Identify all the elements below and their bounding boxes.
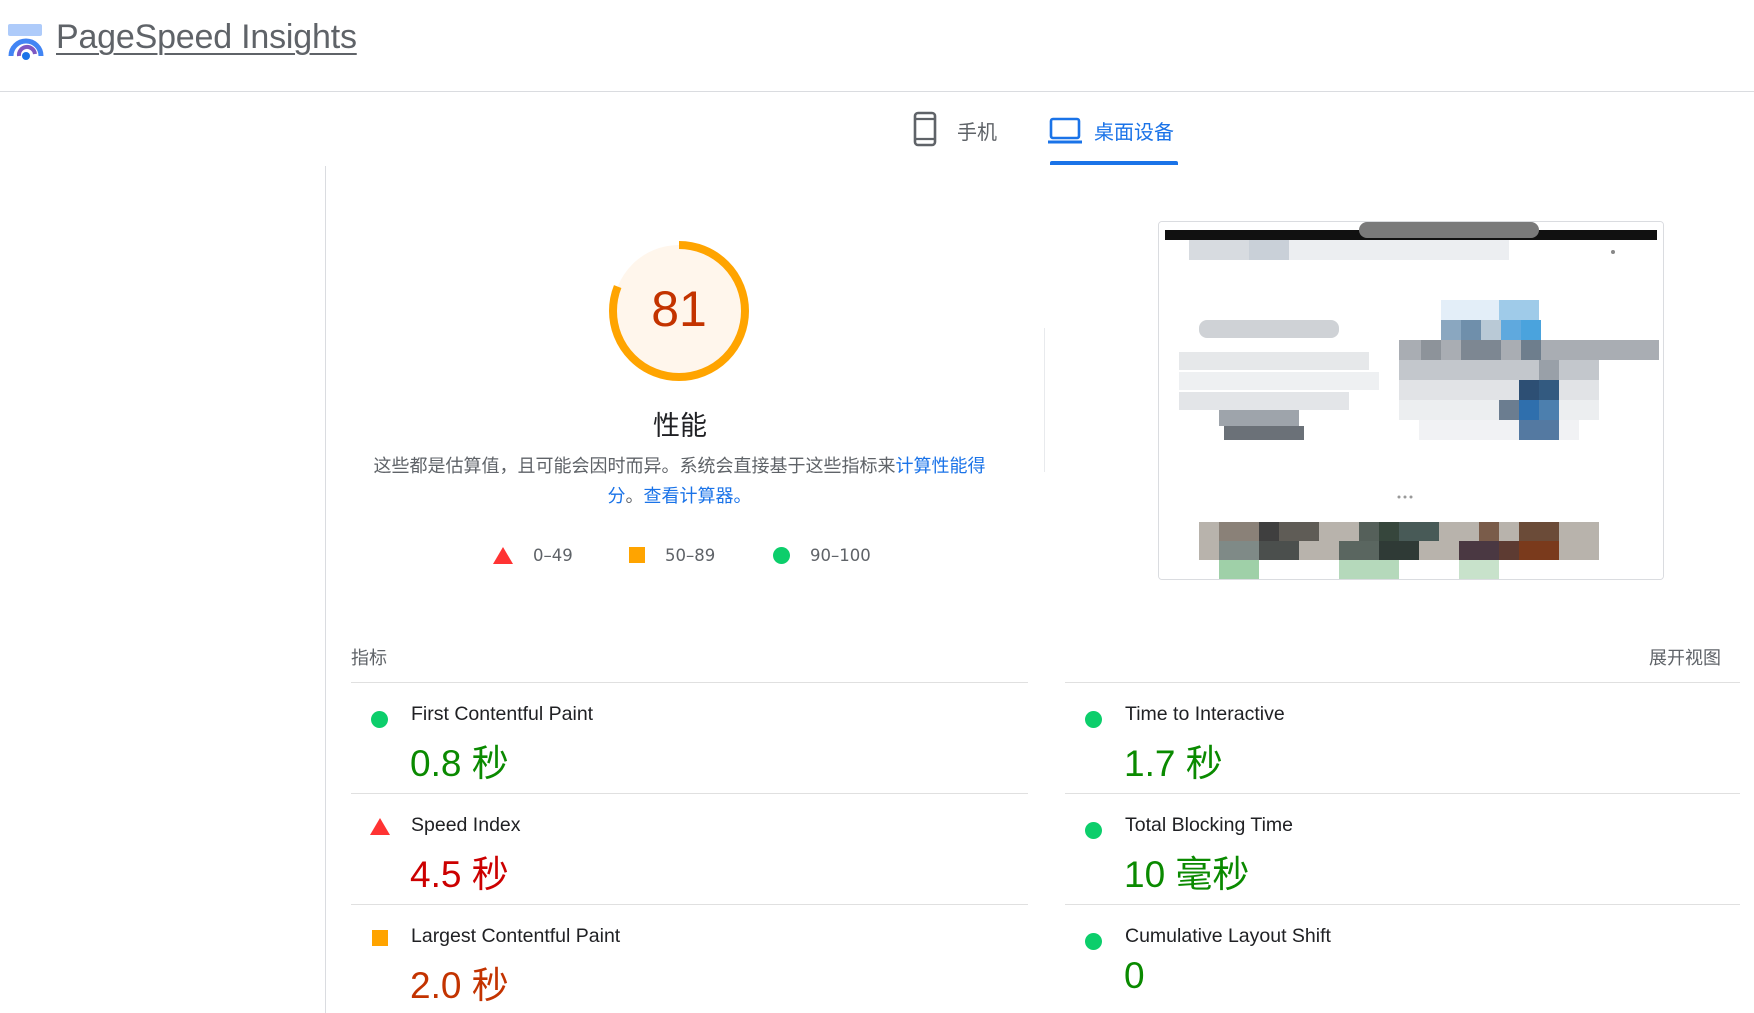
square-icon — [629, 547, 645, 563]
circle-icon — [773, 546, 790, 564]
circle-icon — [1085, 711, 1102, 728]
laptop-icon — [1048, 117, 1082, 144]
divider — [351, 682, 1028, 683]
metric-value: 4.5 秒 — [410, 854, 509, 895]
legend-item-bad: 0–49 — [493, 543, 573, 567]
page-screenshot — [1158, 221, 1664, 580]
sidebar-divider — [325, 166, 326, 1013]
divider — [351, 904, 1028, 905]
square-icon — [372, 930, 388, 946]
tab-mobile-label: 手机 — [957, 120, 997, 144]
summary-divider — [1044, 328, 1045, 472]
metric-value: 0 — [1124, 955, 1145, 996]
metric-name: Cumulative Layout Shift — [1125, 925, 1331, 947]
tab-selected-indicator — [1050, 161, 1178, 165]
legend-label: 0–49 — [533, 545, 573, 565]
metric-value: 10 毫秒 — [1124, 854, 1250, 895]
header: PageSpeed Insights — [0, 0, 1754, 92]
triangle-icon — [370, 818, 390, 835]
metric-name: First Contentful Paint — [411, 703, 594, 725]
expand-view-toggle[interactable]: 展开视图 — [1649, 644, 1721, 670]
metrics-heading: 指标 — [351, 648, 387, 669]
screenshot-image — [1159, 222, 1663, 579]
calculator-link[interactable]: 查看计算器。 — [644, 486, 752, 507]
performance-score: 81 — [651, 281, 707, 337]
metric-name: Largest Contentful Paint — [411, 925, 621, 947]
legend-item-good: 90–100 — [773, 543, 871, 567]
circle-icon — [1085, 933, 1102, 950]
pagespeed-logo-icon[interactable] — [6, 22, 46, 62]
triangle-icon — [493, 546, 513, 564]
description-text: 这些都是估算值，且可能会因时而异。系统会直接基于这些指标来 — [373, 456, 896, 477]
circle-icon — [1085, 822, 1102, 839]
tab-mobile[interactable]: 手机 — [912, 108, 1012, 164]
smartphone-icon — [913, 111, 937, 147]
metric-value: 0.8 秒 — [410, 743, 509, 784]
legend-label: 90–100 — [810, 545, 871, 565]
app-title[interactable]: PageSpeed Insights — [56, 18, 357, 57]
metric-name: Speed Index — [411, 814, 521, 836]
score-description: 这些都是估算值，且可能会因时而异。系统会直接基于这些指标来计算性能得分。查看计算… — [372, 452, 987, 512]
divider — [351, 793, 1028, 794]
divider — [1065, 904, 1740, 905]
category-title: 性能 — [653, 411, 707, 442]
legend-item-average: 50–89 — [629, 543, 715, 567]
divider — [1065, 682, 1740, 683]
metric-name: Total Blocking Time — [1125, 814, 1293, 836]
legend-label: 50–89 — [665, 545, 716, 565]
tab-desktop-label: 桌面设备 — [1094, 120, 1174, 144]
metric-value: 2.0 秒 — [410, 965, 509, 1006]
tab-desktop[interactable]: 桌面设备 — [1047, 108, 1179, 164]
metric-name: Time to Interactive — [1125, 703, 1285, 725]
divider — [1065, 793, 1740, 794]
description-separator: 。 — [625, 486, 644, 507]
circle-icon — [371, 711, 388, 728]
metric-value: 1.7 秒 — [1124, 743, 1223, 784]
